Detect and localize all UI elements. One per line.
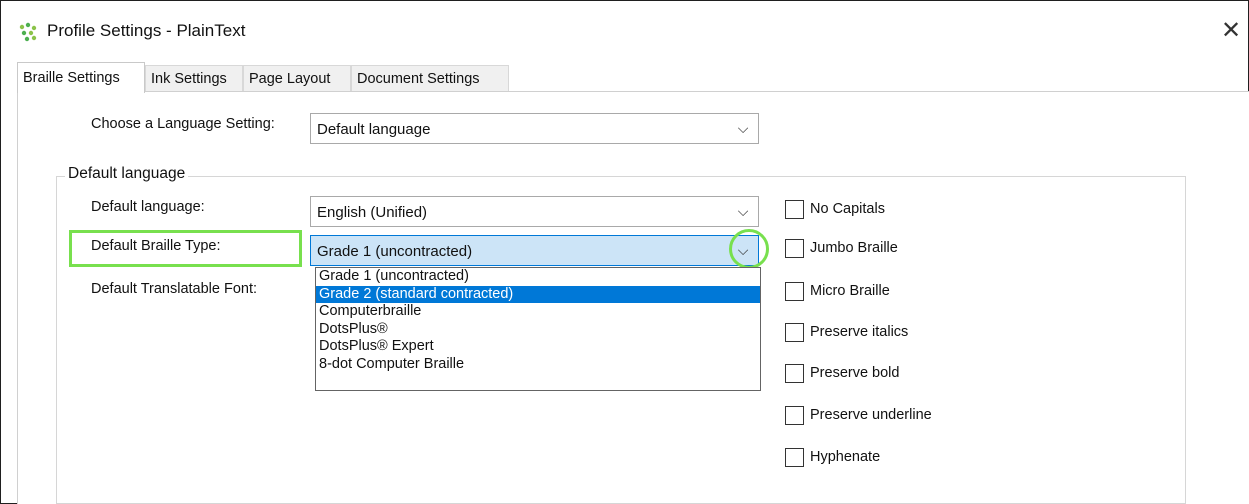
checkbox-label: Micro Braille	[810, 283, 890, 299]
combo-value: Default language	[317, 121, 431, 138]
preserve-underline-checkbox[interactable]: Preserve underline	[785, 404, 932, 426]
close-button[interactable]: ✕	[1214, 13, 1248, 47]
jumbo-braille-checkbox[interactable]: Jumbo Braille	[785, 237, 898, 259]
combo-value: Grade 1 (uncontracted)	[317, 243, 473, 260]
no-capitals-checkbox[interactable]: No Capitals	[785, 198, 885, 220]
braille-type-dropdown-list: Grade 1 (uncontracted) Grade 2 (standard…	[315, 267, 761, 391]
tab-label: Document Settings	[357, 71, 480, 87]
default-language-combo[interactable]: English (Unified) ⌵	[310, 196, 759, 227]
dropdown-option[interactable]: 8-dot Computer Braille	[316, 356, 760, 374]
tab-label: Page Layout	[249, 71, 331, 87]
checkbox-label: No Capitals	[810, 201, 885, 217]
checkbox-box[interactable]	[785, 322, 804, 342]
dropdown-option[interactable]: Computerbraille	[316, 303, 760, 321]
checkbox-box[interactable]	[785, 281, 804, 301]
tab-label: Braille Settings	[23, 70, 120, 86]
checkbox-label: Jumbo Braille	[810, 240, 898, 256]
checkbox-label: Hyphenate	[810, 449, 881, 465]
chevron-down-icon[interactable]: ⌵	[734, 200, 752, 222]
language-setting-combo[interactable]: Default language ⌵	[310, 113, 759, 144]
checkbox-box[interactable]	[785, 405, 804, 425]
braille-type-combo[interactable]: Grade 1 (uncontracted) ⌵	[310, 235, 759, 266]
checkbox-box[interactable]	[785, 447, 804, 467]
checkbox-label: Preserve underline	[810, 407, 932, 423]
tab-document-settings[interactable]: Document Settings	[351, 65, 509, 92]
dropdown-option[interactable]: Grade 1 (uncontracted)	[316, 268, 760, 286]
window-title: Profile Settings - PlainText	[47, 21, 246, 40]
checkbox-label: Preserve italics	[810, 324, 909, 340]
language-setting-label: Choose a Language Setting:	[91, 116, 275, 132]
tab-braille-settings[interactable]: Braille Settings	[17, 62, 145, 93]
tab-ink-settings[interactable]: Ink Settings	[145, 65, 243, 92]
app-logo-icon	[19, 22, 37, 42]
title-bar: Profile Settings - PlainText ✕	[1, 1, 1248, 59]
translatable-font-label: Default Translatable Font:	[91, 281, 258, 297]
tab-page-layout[interactable]: Page Layout	[243, 65, 351, 92]
default-language-label: Default language:	[91, 199, 205, 215]
chevron-down-icon[interactable]: ⌵	[734, 117, 752, 139]
checkbox-box[interactable]	[785, 363, 804, 383]
braille-type-label: Default Braille Type:	[91, 238, 221, 254]
braille-settings-panel: Choose a Language Setting: Default langu…	[17, 91, 1249, 504]
dropdown-option[interactable]: DotsPlus®	[316, 321, 760, 339]
micro-braille-checkbox[interactable]: Micro Braille	[785, 280, 890, 302]
close-icon: ✕	[1220, 16, 1242, 44]
checkbox-label: Preserve bold	[810, 365, 900, 381]
preserve-bold-checkbox[interactable]: Preserve bold	[785, 362, 899, 384]
dropdown-option-selected[interactable]: Grade 2 (standard contracted)	[316, 285, 760, 303]
hyphenate-checkbox[interactable]: Hyphenate	[785, 446, 880, 468]
annotation-highlight-circle	[729, 229, 769, 269]
profile-settings-window: Profile Settings - PlainText ✕ Braille S…	[0, 0, 1249, 504]
preserve-italics-checkbox[interactable]: Preserve italics	[785, 321, 908, 343]
checkbox-box[interactable]	[785, 238, 804, 258]
combo-value: English (Unified)	[317, 204, 428, 221]
dropdown-option[interactable]: DotsPlus® Expert	[316, 338, 760, 356]
tab-label: Ink Settings	[151, 71, 227, 87]
checkbox-box[interactable]	[785, 199, 804, 219]
group-title: Default language	[65, 165, 189, 183]
